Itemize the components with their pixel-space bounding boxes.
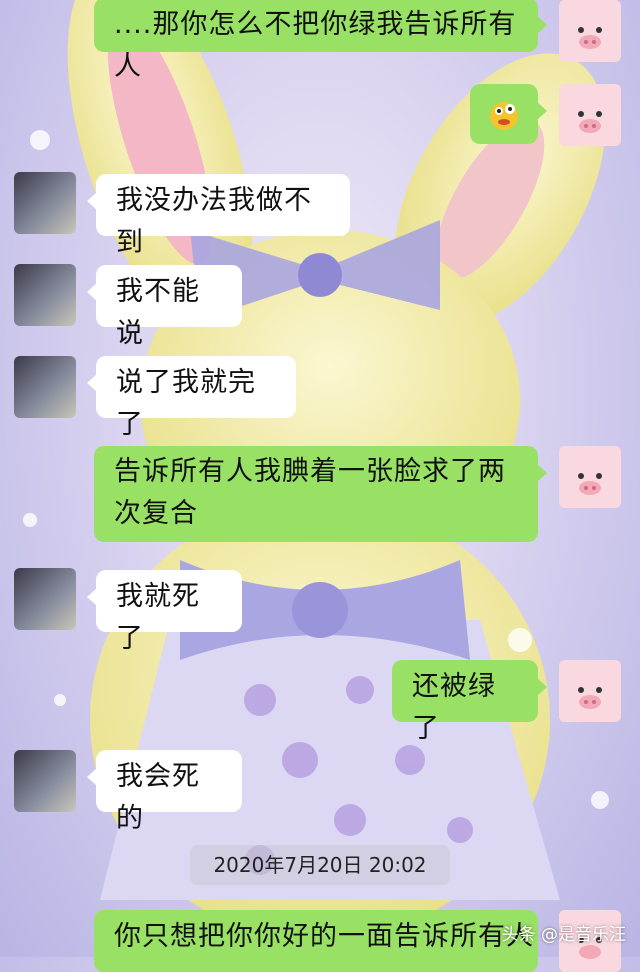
contact-avatar[interactable] bbox=[14, 750, 76, 812]
message-bubble-incoming[interactable]: 我会死的 bbox=[87, 750, 242, 834]
message-bubble-outgoing[interactable]: 还被绿了 bbox=[392, 660, 547, 744]
emoji-sticker-icon bbox=[490, 102, 518, 130]
pig-icon bbox=[559, 84, 621, 146]
watermark-text: 头条 @是音乐汪 bbox=[501, 925, 626, 945]
contact-avatar[interactable] bbox=[14, 568, 76, 630]
pig-icon bbox=[559, 446, 621, 508]
message-bubble-outgoing[interactable]: ....那你怎么不把你绿我告诉所有人 bbox=[94, 0, 547, 82]
pig-avatar[interactable] bbox=[559, 0, 621, 62]
chat-timestamp: 2020年7月20日 20:02 bbox=[190, 845, 450, 885]
pig-icon bbox=[559, 0, 621, 62]
message-bubble-incoming[interactable]: 我没办法我做不到 bbox=[87, 174, 350, 258]
message-bubble-outgoing[interactable]: 你只想把你你好的一面告诉所有人 bbox=[94, 910, 538, 972]
pig-icon bbox=[559, 660, 621, 722]
message-bubble-outgoing[interactable]: 告诉所有人我腆着一张脸求了两次复合 bbox=[94, 446, 547, 542]
pig-avatar[interactable] bbox=[559, 84, 621, 146]
pig-avatar[interactable] bbox=[559, 446, 621, 508]
contact-avatar[interactable] bbox=[14, 264, 76, 326]
contact-avatar[interactable] bbox=[14, 356, 76, 418]
message-bubble-incoming[interactable]: 我不能说 bbox=[87, 265, 242, 349]
contact-avatar[interactable] bbox=[14, 172, 76, 234]
message-bubble-incoming[interactable]: 说了我就完了 bbox=[87, 356, 296, 440]
pig-avatar[interactable] bbox=[559, 660, 621, 722]
sticker-bubble-outgoing[interactable] bbox=[470, 84, 547, 144]
message-bubble-incoming[interactable]: 我就死了 bbox=[87, 570, 242, 654]
